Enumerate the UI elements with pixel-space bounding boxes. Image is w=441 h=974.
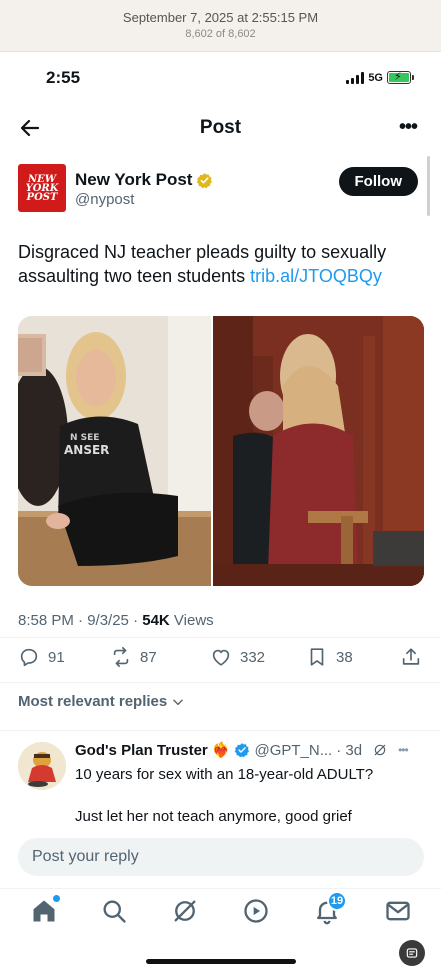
status-time: 2:55: [46, 68, 81, 87]
tab-grok[interactable]: [171, 897, 199, 925]
divider: [0, 682, 441, 683]
author-name-text[interactable]: New York Post: [75, 170, 192, 190]
reply-author-handle[interactable]: @GPT_N...: [254, 742, 332, 759]
reply-header: God's Plan Truster ❤️‍🔥 @GPT_N... · 3d •…: [75, 741, 409, 760]
bookmark-button[interactable]: 38: [306, 646, 353, 668]
signal-icon: [346, 71, 365, 84]
tab-search[interactable]: [100, 897, 128, 925]
photo-teacher-smiling[interactable]: N SEE ANSER: [18, 316, 211, 586]
reply-button[interactable]: 91: [18, 646, 65, 668]
views-label: Views: [169, 612, 214, 629]
reply-input[interactable]: [18, 838, 424, 876]
follow-button[interactable]: Follow: [338, 167, 418, 196]
post-link[interactable]: trib.al/JTOQBQy: [250, 266, 382, 286]
post-header: Post •••: [0, 108, 441, 148]
new-posts-dot: [53, 895, 60, 902]
reply-line: Just let her not teach anymore, good gri…: [75, 808, 352, 825]
repost-button[interactable]: 87: [110, 646, 157, 668]
heart-icon: [212, 649, 230, 666]
reply-text: 10 years for sex with an 18-year-old ADU…: [75, 764, 425, 827]
chevron-down-icon: [173, 699, 184, 705]
divider: [0, 637, 441, 638]
post-text: Disgraced NJ teacher pleads guilty to se…: [18, 240, 418, 288]
like-count: 332: [240, 648, 266, 666]
tab-home[interactable]: [30, 895, 60, 925]
scroll-indicator: [427, 156, 430, 216]
views-count: 54K: [142, 612, 170, 629]
search-icon: [103, 900, 126, 923]
svg-text:N SEE: N SEE: [70, 433, 99, 443]
divider: [0, 730, 441, 731]
capture-count: 8,602 of 8,602: [185, 28, 256, 40]
avatar[interactable]: [18, 742, 66, 790]
blue-verified-badge-icon: [235, 743, 250, 758]
status-indicators: 5G ⚡: [346, 71, 414, 84]
reply-age: · 3d: [336, 741, 363, 759]
battery-icon: ⚡: [387, 71, 414, 84]
bottom-tab-bar: 19: [0, 888, 441, 932]
share-icon: [402, 648, 420, 665]
gold-verified-badge-icon: [197, 172, 213, 188]
grok-icon[interactable]: [372, 742, 388, 758]
reply-count: 91: [48, 648, 65, 666]
replies-sort-dropdown[interactable]: Most relevant replies: [18, 693, 185, 710]
capture-info-bar: September 7, 2025 at 2:55:15 PM 8,602 of…: [0, 0, 441, 52]
tab-video[interactable]: [242, 897, 270, 925]
reply-author-name[interactable]: God's Plan Truster: [75, 742, 208, 759]
grok-icon: [174, 900, 196, 922]
reply-more-icon[interactable]: •••: [398, 743, 409, 757]
author-name[interactable]: New York Post: [75, 170, 213, 190]
tab-notifications[interactable]: 19: [313, 891, 347, 925]
repost-count: 87: [140, 648, 157, 666]
svg-text:ANSER: ANSER: [64, 443, 109, 457]
reply-icon: [20, 648, 38, 667]
post-actions: 91 87 332 38: [18, 646, 424, 672]
reply-item[interactable]: God's Plan Truster ❤️‍🔥 @GPT_N... · 3d •…: [18, 740, 428, 830]
network-type: 5G: [368, 71, 383, 84]
post-media[interactable]: N SEE ANSER: [18, 316, 424, 586]
bookmark-count: 38: [336, 648, 353, 666]
status-bar: 2:55 5G ⚡: [0, 66, 441, 92]
play-icon: [244, 899, 268, 923]
share-button[interactable]: [400, 646, 422, 668]
fire-heart-emoji: ❤️‍🔥: [211, 742, 231, 759]
post-author: NEW YORK POST New York Post @nypost Foll…: [18, 164, 418, 216]
nypost-logo[interactable]: NEW YORK POST: [18, 164, 66, 212]
live-text-icon[interactable]: [399, 940, 425, 966]
tab-messages[interactable]: [384, 897, 412, 925]
post-meta: 8:58 PM · 9/3/25 · 54K Views: [18, 612, 214, 629]
notifications-badge: 19: [327, 891, 347, 911]
capture-date: September 7, 2025 at 2:55:15 PM: [122, 10, 319, 25]
reply-line: 10 years for sex with an 18-year-old ADU…: [75, 766, 374, 783]
more-options-icon[interactable]: •••: [399, 116, 418, 139]
home-indicator: [146, 959, 296, 964]
mail-icon: [386, 901, 410, 921]
author-handle[interactable]: @nypost: [75, 191, 134, 208]
post-timestamp: 8:58 PM · 9/3/25 ·: [18, 612, 143, 629]
like-button[interactable]: 332: [210, 646, 265, 668]
replies-sort-label: Most relevant replies: [18, 693, 168, 710]
photo-teacher-in-court[interactable]: [213, 316, 424, 586]
page-title: Post: [199, 117, 242, 138]
repost-icon: [113, 647, 129, 667]
bookmark-icon: [310, 648, 324, 666]
